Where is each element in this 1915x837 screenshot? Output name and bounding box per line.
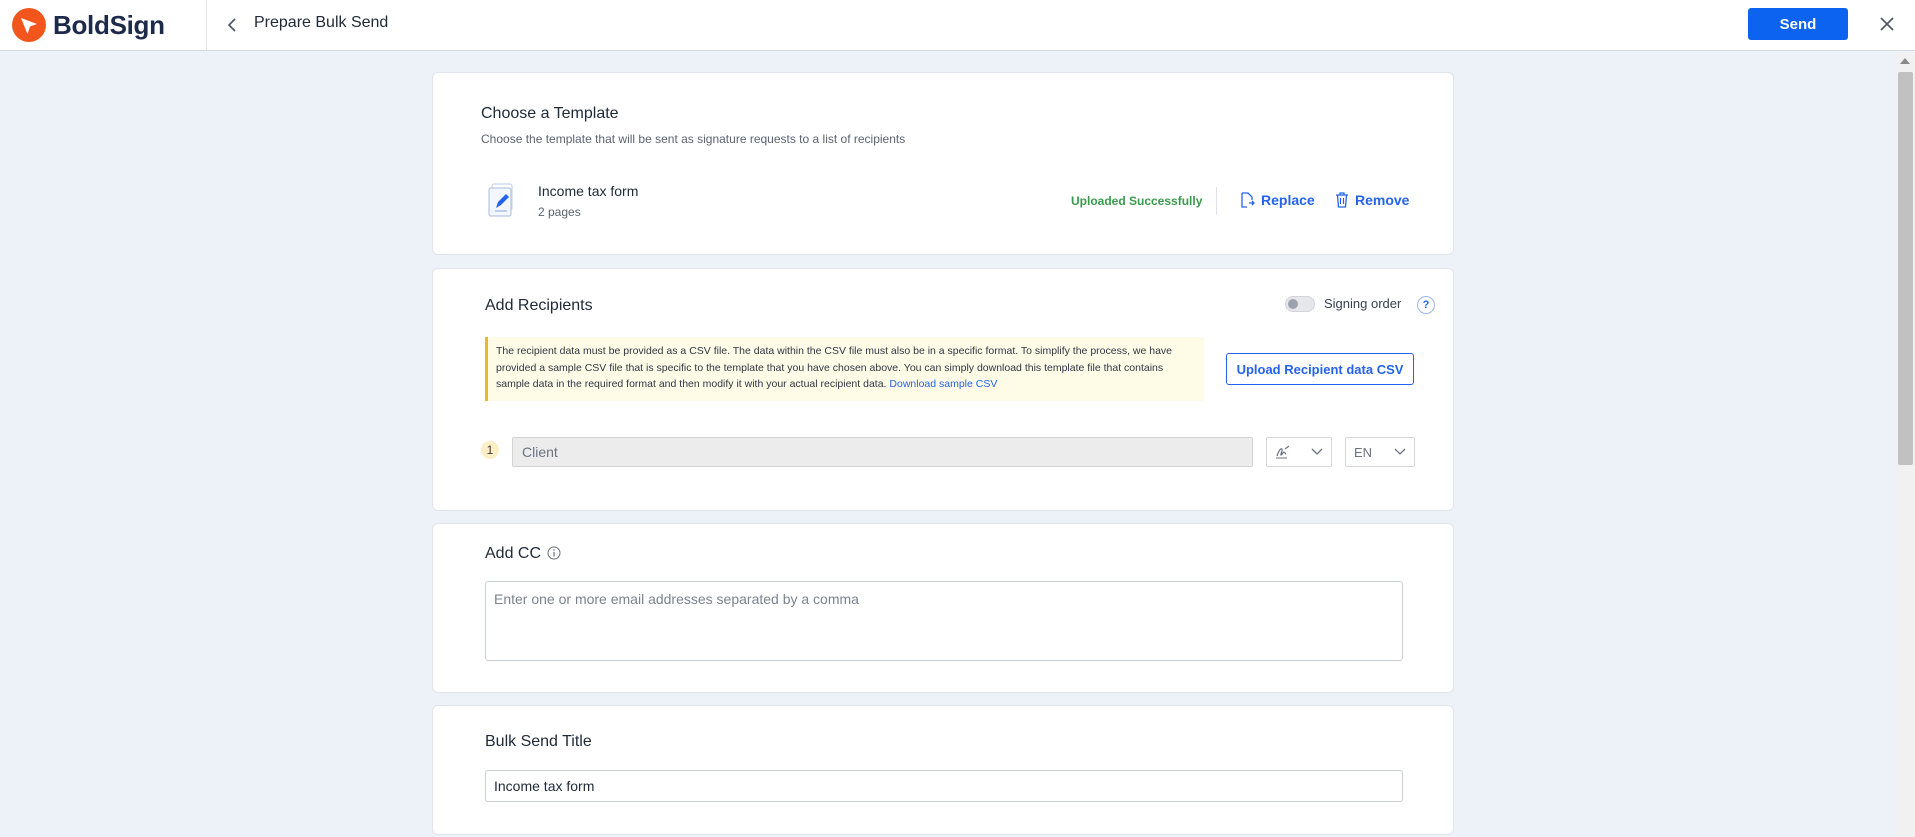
language-value: EN xyxy=(1354,444,1373,460)
top-bar: BoldSign Prepare Bulk Send Send xyxy=(0,0,1915,51)
cc-card-title: Add CC xyxy=(485,545,542,562)
info-icon[interactable] xyxy=(547,546,561,560)
bulk-title-card: Bulk Send Title xyxy=(432,705,1454,835)
scroll-thumb[interactable] xyxy=(1898,72,1913,465)
template-page-count: 2 pages xyxy=(538,205,581,219)
recipient-number-badge: 1 xyxy=(481,441,499,459)
replace-label: Replace xyxy=(1261,192,1315,208)
recipients-card: Add Recipients Signing order ? The recip… xyxy=(432,268,1454,511)
template-file-icon-wrap xyxy=(485,181,519,219)
back-button[interactable] xyxy=(222,14,242,36)
recipients-card-title: Add Recipients xyxy=(485,297,593,314)
csv-notice: The recipient data must be provided as a… xyxy=(485,337,1204,401)
chevron-down-icon xyxy=(1394,448,1406,455)
bulk-title-card-title: Bulk Send Title xyxy=(485,733,592,750)
csv-notice-text: The recipient data must be provided as a… xyxy=(496,345,1173,390)
template-file-name: Income tax form xyxy=(538,183,639,199)
signer-type-dropdown[interactable] xyxy=(1266,437,1332,467)
toggle-knob xyxy=(1288,299,1298,309)
replace-button[interactable]: Replace xyxy=(1239,192,1315,208)
upload-status-badge: Uploaded Successfully xyxy=(1071,194,1203,208)
bulk-send-title-input[interactable] xyxy=(485,770,1403,802)
brand: BoldSign xyxy=(0,0,207,50)
brand-name: BoldSign xyxy=(53,9,165,40)
chevron-left-icon xyxy=(227,18,236,32)
close-icon xyxy=(1880,17,1894,31)
remove-button[interactable]: Remove xyxy=(1335,192,1409,208)
file-replace-icon xyxy=(1241,192,1255,208)
cc-email-input[interactable] xyxy=(485,581,1403,661)
send-button[interactable]: Send xyxy=(1748,8,1848,40)
template-card: Choose a Template Choose the template th… xyxy=(432,72,1454,255)
cc-card: Add CC xyxy=(432,523,1454,693)
scroll-up-arrow-icon[interactable] xyxy=(1900,58,1910,64)
signature-icon xyxy=(1276,445,1290,459)
divider xyxy=(1216,187,1217,215)
page-title: Prepare Bulk Send xyxy=(254,14,389,31)
boldsign-logo-icon xyxy=(12,8,46,42)
help-icon[interactable]: ? xyxy=(1417,296,1435,314)
template-card-subtitle: Choose the template that will be sent as… xyxy=(481,132,906,146)
chevron-down-icon xyxy=(1311,448,1323,455)
vertical-scrollbar[interactable] xyxy=(1895,52,1915,837)
language-dropdown[interactable]: EN xyxy=(1345,437,1415,467)
download-sample-csv-link[interactable]: Download sample CSV xyxy=(889,378,997,390)
signing-order-toggle[interactable] xyxy=(1285,296,1315,312)
signing-order-label: Signing order xyxy=(1324,296,1402,311)
document-edit-icon xyxy=(485,73,519,111)
trash-icon xyxy=(1336,192,1348,208)
remove-label: Remove xyxy=(1355,192,1410,208)
close-button[interactable] xyxy=(1876,13,1898,35)
file-icon xyxy=(488,183,513,217)
recipient-role-input[interactable] xyxy=(512,437,1253,467)
upload-recipient-csv-button[interactable]: Upload Recipient data CSV xyxy=(1226,353,1414,385)
